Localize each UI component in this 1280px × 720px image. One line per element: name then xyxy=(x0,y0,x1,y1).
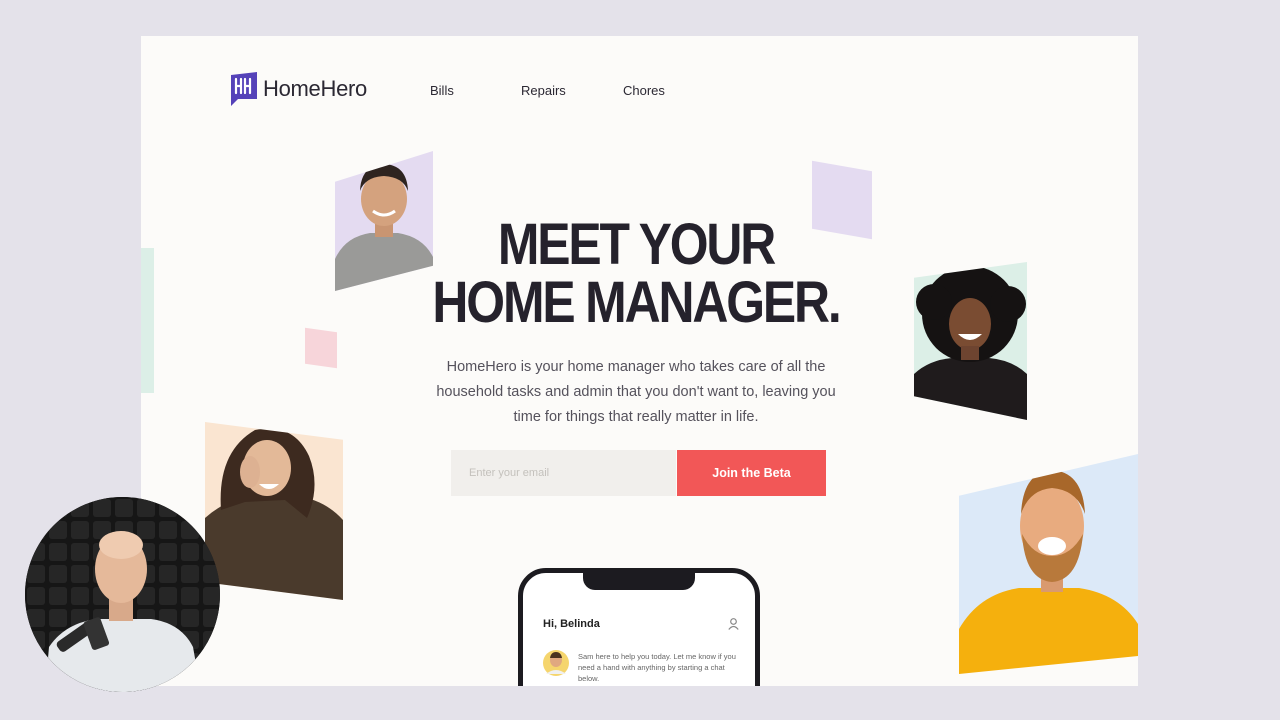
join-beta-button[interactable]: Join the Beta xyxy=(677,450,826,496)
user-icon[interactable] xyxy=(728,618,739,630)
assistant-avatar xyxy=(543,650,569,676)
nav-chores[interactable]: Chores xyxy=(623,83,665,98)
hh-flag-icon xyxy=(231,72,257,106)
person-photo-woman-laughing xyxy=(205,422,343,600)
hero-title-line1: MEET YOUR xyxy=(497,212,776,277)
hero-description: HomeHero is your home manager who takes … xyxy=(436,359,836,425)
phone-mockup: Hi, Belinda Sam here to help you today. … xyxy=(518,568,760,686)
landing-page: HomeHero Bills Repairs Chores MEET YOUR … xyxy=(141,36,1138,686)
webcam-overlay xyxy=(25,497,220,692)
nav-bills[interactable]: Bills xyxy=(430,83,454,98)
phone-notch xyxy=(583,572,695,590)
person-photo-woman-curly-hair xyxy=(914,262,1027,420)
phone-greeting: Hi, Belinda xyxy=(543,618,600,630)
pink-accent-shape xyxy=(305,327,337,369)
person-photo-man-yellow-shirt xyxy=(959,454,1138,686)
hero-title: MEET YOUR HOME MANAGER. xyxy=(425,216,846,332)
assistant-message: Sam here to help you today. Let me know … xyxy=(578,652,736,683)
email-input[interactable] xyxy=(451,450,676,496)
mint-accent-shape xyxy=(141,248,154,393)
nav-repairs[interactable]: Repairs xyxy=(521,83,566,98)
hero-title-line2: HOME MANAGER. xyxy=(432,270,841,335)
brand-name: HomeHero xyxy=(263,76,367,101)
brand-logo[interactable]: HomeHero xyxy=(230,72,367,106)
person-photo-man-grey-shirt xyxy=(335,151,433,291)
